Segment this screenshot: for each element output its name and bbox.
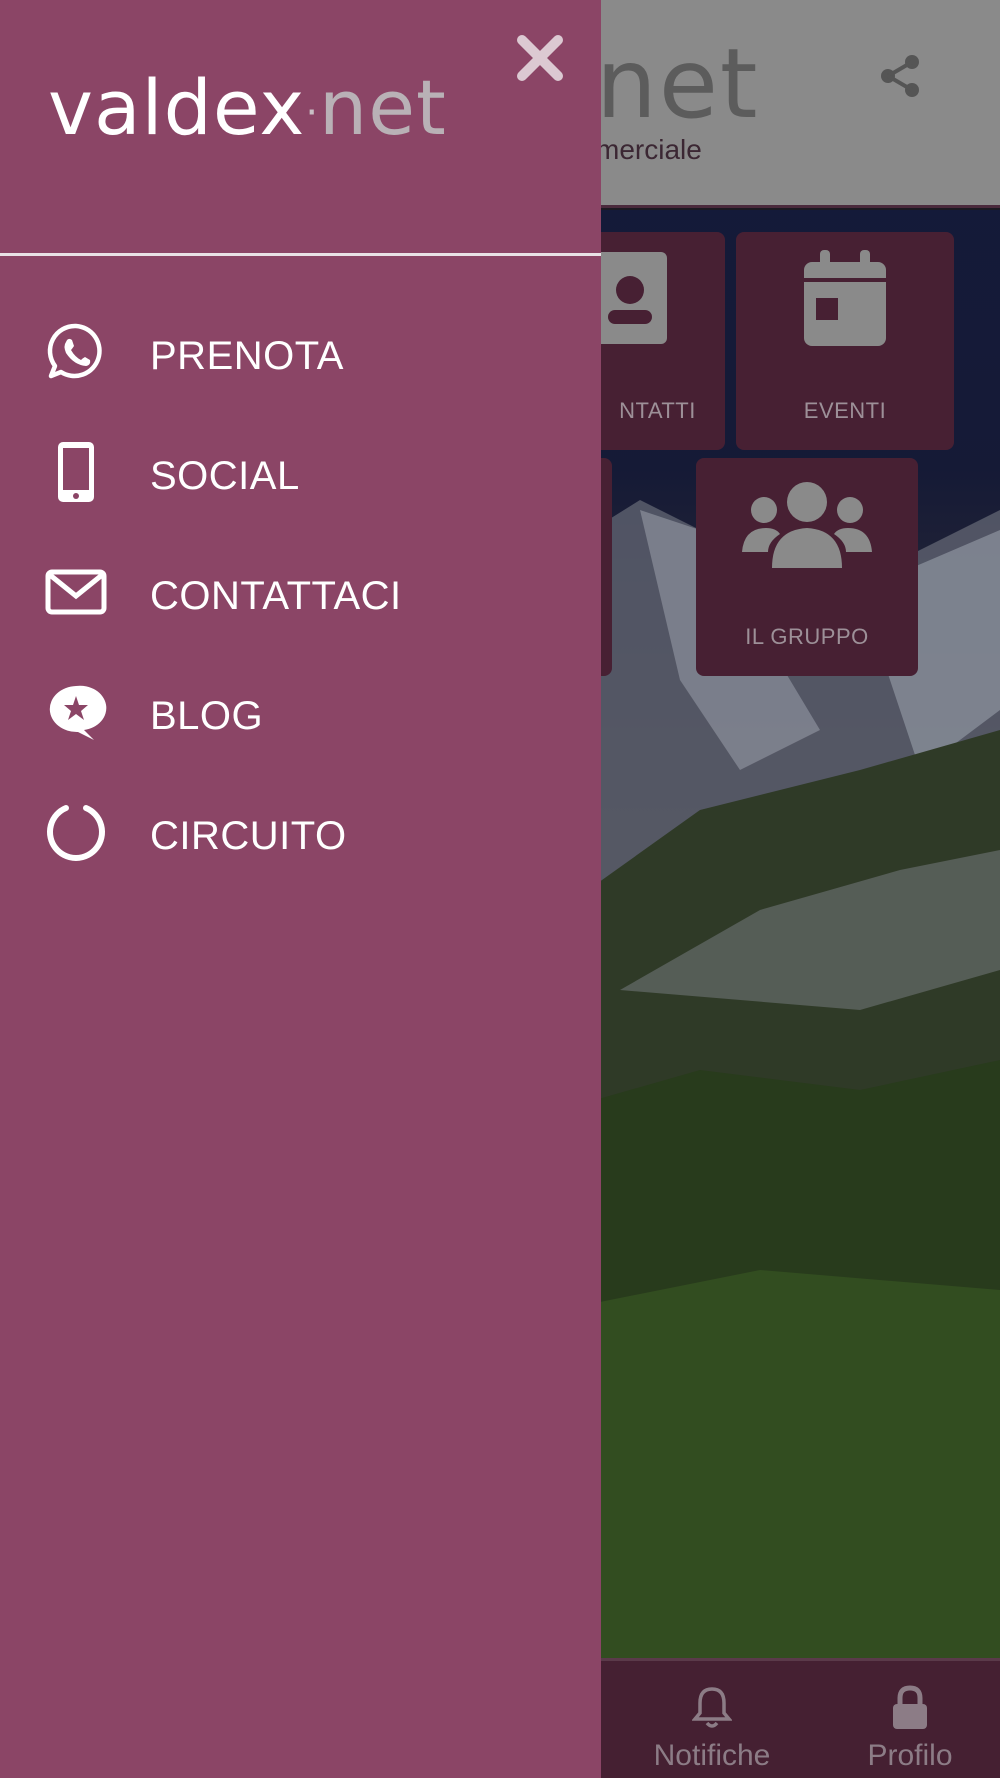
lock-icon (893, 1685, 927, 1729)
menu-item-label: PRENOTA (150, 334, 344, 378)
tile-label: EVENTI (803, 398, 887, 423)
star-chat-icon (49, 685, 107, 740)
mobile-phone-icon (58, 442, 94, 502)
menu-item-contattaci[interactable]: CONTATTACI (0, 540, 601, 660)
tile-il-gruppo[interactable]: IL GRUPPO (696, 458, 918, 676)
menu-item-blog[interactable]: BLOG (0, 660, 601, 780)
circle-notch-icon (47, 805, 105, 861)
tile-eventi[interactable]: EVENTI (736, 232, 954, 450)
menu-item-circuito[interactable]: CIRCUITO (0, 780, 601, 900)
brand-logo-dot: · (305, 90, 320, 136)
whatsapp-icon (47, 323, 102, 379)
menu-item-label: BLOG (150, 694, 264, 738)
drawer-menu: PRENOTA SOCIAL CONTATTACI BLOG CIRCUITO (0, 300, 601, 900)
app-logo: net (596, 28, 760, 140)
nav-label: Profilo (867, 1739, 953, 1772)
envelope-icon (45, 569, 107, 615)
brand-logo-part1: valdex (48, 63, 306, 152)
nav-label: Notifiche (653, 1739, 771, 1772)
brand-logo-part2: net (319, 63, 447, 152)
close-icon[interactable] (512, 30, 568, 86)
nav-profilo[interactable]: Profilo (820, 1661, 1000, 1778)
bell-icon (692, 1687, 732, 1728)
drawer-header: valdex·net (0, 0, 601, 256)
navigation-drawer: valdex·net PRENOTA SOCIAL CONTATTACI BLO… (0, 0, 601, 1778)
brand-logo: valdex·net (48, 70, 447, 146)
nav-notifiche[interactable]: Notifiche (622, 1661, 802, 1778)
menu-item-prenota[interactable]: PRENOTA (0, 300, 601, 420)
share-icon[interactable] (872, 48, 928, 104)
menu-item-label: SOCIAL (150, 454, 300, 498)
group-icon (742, 482, 872, 568)
app-subtitle: merciale (596, 134, 702, 165)
calendar-icon (804, 250, 886, 346)
menu-item-label: CONTATTACI (150, 574, 402, 618)
tile-label: IL GRUPPO (745, 624, 869, 649)
menu-item-social[interactable]: SOCIAL (0, 420, 601, 540)
menu-item-label: CIRCUITO (150, 814, 347, 858)
tile-label: NTATTI (619, 398, 696, 423)
